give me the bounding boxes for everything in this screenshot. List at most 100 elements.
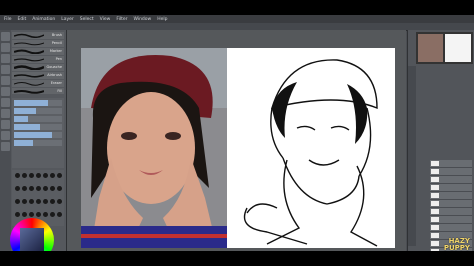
line-art-canvas[interactable] (227, 48, 395, 248)
letterbox-top (0, 0, 474, 15)
property-slider-fill (14, 132, 53, 138)
fill-tool-icon[interactable] (1, 131, 10, 140)
airbrush-tool-icon[interactable] (1, 109, 10, 118)
color-saturation-square[interactable] (20, 228, 44, 252)
eraser-tool-icon[interactable] (1, 120, 10, 129)
menu-item[interactable]: Animation (32, 17, 55, 22)
color-swatch[interactable] (29, 199, 34, 204)
menu-item[interactable]: Select (80, 17, 94, 22)
brush-item[interactable]: Brush (12, 32, 64, 40)
color-swatch[interactable] (22, 173, 27, 178)
color-swatch[interactable] (57, 173, 62, 178)
menu-item[interactable]: Help (157, 17, 167, 22)
reference-photo (81, 48, 227, 248)
pencil-tool-icon[interactable] (1, 87, 10, 96)
color-swatch[interactable] (43, 212, 48, 217)
color-swatch[interactable] (29, 186, 34, 191)
text-tool-icon[interactable] (1, 142, 10, 151)
watermark-logo: HAZY PUPPY (443, 237, 470, 252)
layer-thumbnail (431, 201, 439, 206)
letterbox-bottom (0, 251, 474, 266)
color-set-panel (12, 170, 64, 226)
property-slider[interactable] (14, 124, 62, 130)
menu-item[interactable]: Layer (61, 17, 74, 22)
color-swatch[interactable] (43, 199, 48, 204)
layer-row[interactable] (430, 176, 472, 184)
layer-row[interactable] (430, 192, 472, 200)
color-swatch[interactable] (50, 199, 55, 204)
sub-tool-list: Brush Pencil Marker Pen Gouache Airbrush… (12, 32, 64, 96)
right-panel (407, 30, 474, 256)
color-swatch[interactable] (57, 186, 62, 191)
layer-row[interactable] (430, 184, 472, 192)
brush-item[interactable]: Fill (12, 88, 64, 96)
menu-bar: File Edit Animation Layer Select View Fi… (0, 15, 474, 23)
layer-tools-strip (408, 66, 416, 246)
color-swatch[interactable] (57, 199, 62, 204)
layer-row[interactable] (430, 200, 472, 208)
brush-item[interactable]: Marker (12, 48, 64, 56)
layer-row[interactable] (430, 216, 472, 224)
color-swatch[interactable] (15, 199, 20, 204)
layer-thumbnail (431, 177, 439, 182)
layer-thumbnail (431, 209, 439, 214)
color-swatch[interactable] (36, 173, 41, 178)
color-swatch[interactable] (43, 173, 48, 178)
brush-item[interactable]: Pencil (12, 40, 64, 48)
menu-item[interactable]: View (100, 17, 111, 22)
select-tool-icon[interactable] (1, 54, 10, 63)
navigator-photo-thumb (418, 34, 443, 62)
eyedropper-tool-icon[interactable] (1, 65, 10, 74)
property-slider[interactable] (14, 100, 62, 106)
menu-item[interactable]: Filter (116, 17, 127, 22)
brush-item[interactable]: Gouache (12, 64, 64, 72)
color-swatch[interactable] (57, 212, 62, 217)
brush-item[interactable]: Eraser (12, 80, 64, 88)
color-swatch[interactable] (50, 173, 55, 178)
color-swatch[interactable] (36, 186, 41, 191)
layer-thumbnail (431, 233, 439, 238)
tool-palette (0, 30, 11, 251)
color-swatch[interactable] (36, 212, 41, 217)
color-swatch[interactable] (15, 212, 20, 217)
property-slider-fill (14, 100, 48, 106)
color-swatch[interactable] (22, 199, 27, 204)
color-swatch[interactable] (22, 186, 27, 191)
layer-row[interactable] (430, 168, 472, 176)
brush-item[interactable]: Pen (12, 56, 64, 64)
color-swatch[interactable] (50, 212, 55, 217)
menu-item[interactable]: File (4, 17, 12, 22)
color-swatch[interactable] (15, 173, 20, 178)
layer-row[interactable] (430, 208, 472, 216)
zoom-tool-icon[interactable] (1, 43, 10, 52)
color-swatch[interactable] (36, 199, 41, 204)
property-slider-fill (14, 108, 36, 114)
layer-thumbnail (431, 185, 439, 190)
color-swatch[interactable] (15, 186, 20, 191)
layer-thumbnail (431, 161, 439, 166)
property-slider[interactable] (14, 140, 62, 146)
layer-thumbnail (431, 193, 439, 198)
layer-row[interactable] (430, 224, 472, 232)
clip-studio-window: File Edit Animation Layer Select View Fi… (0, 15, 474, 262)
color-swatch[interactable] (22, 212, 27, 217)
pen-tool-icon[interactable] (1, 76, 10, 85)
tool-property-panel (12, 98, 64, 168)
move-tool-icon[interactable] (1, 32, 10, 41)
brush-tool-icon[interactable] (1, 98, 10, 107)
color-swatch[interactable] (43, 186, 48, 191)
property-slider[interactable] (14, 132, 62, 138)
layer-row[interactable] (430, 160, 472, 168)
property-slider-fill (14, 116, 29, 122)
navigator-thumbnail[interactable] (416, 32, 473, 64)
color-swatch[interactable] (50, 186, 55, 191)
menu-item[interactable]: Edit (18, 17, 27, 22)
canvas-area (67, 30, 406, 251)
color-swatch[interactable] (29, 212, 34, 217)
brush-item[interactable]: Airbrush (12, 72, 64, 80)
menu-item[interactable]: Window (133, 17, 151, 22)
property-slider-fill (14, 124, 41, 130)
property-slider[interactable] (14, 108, 62, 114)
property-slider[interactable] (14, 116, 62, 122)
color-swatch[interactable] (29, 173, 34, 178)
